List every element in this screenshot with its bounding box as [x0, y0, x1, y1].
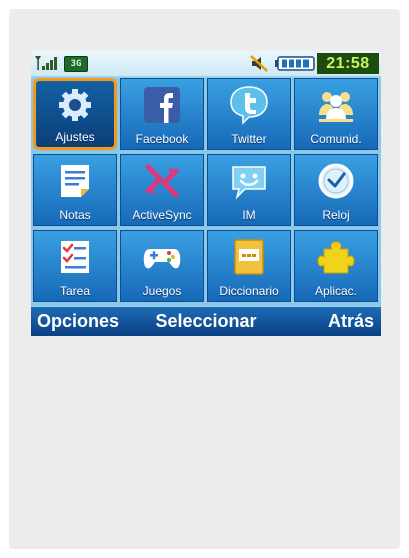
dictionary-icon — [229, 237, 269, 277]
clock-icon — [316, 161, 356, 201]
app-tile-notas[interactable]: Notas — [33, 154, 117, 226]
app-label: ActiveSync — [132, 208, 192, 222]
puzzle-icon — [316, 237, 356, 277]
app-label: Reloj — [322, 208, 350, 222]
app-tile-facebook[interactable]: Facebook — [120, 78, 204, 150]
battery-icon — [275, 56, 315, 71]
app-label: Notas — [59, 208, 91, 222]
app-label: Twitter — [231, 132, 267, 146]
app-label: Juegos — [142, 284, 182, 298]
notes-icon — [55, 161, 95, 201]
gear-icon — [55, 85, 95, 125]
community-icon — [316, 85, 356, 125]
app-tile-juegos[interactable]: Juegos — [120, 230, 204, 302]
status-bar: 3G 21:58 — [31, 51, 381, 76]
app-tile-aplicaciones[interactable]: Aplicac. — [294, 230, 378, 302]
app-tile-diccionario[interactable]: Diccionario — [207, 230, 291, 302]
app-grid: Ajustes Facebook Twitter Comunid. Notas … — [31, 78, 381, 306]
app-tile-ajustes[interactable]: Ajustes — [33, 78, 117, 150]
app-tile-activesync[interactable]: ActiveSync — [120, 154, 204, 226]
app-tile-tarea[interactable]: Tarea — [33, 230, 117, 302]
facebook-icon — [142, 85, 182, 125]
app-tile-comunidades[interactable]: Comunid. — [294, 78, 378, 150]
phone-screen: 3G 21:58 Ajustes Facebook Twitter Comuni… — [31, 51, 381, 336]
app-label: Diccionario — [219, 284, 279, 298]
softkey-bar: Opciones Seleccionar Atrás — [31, 307, 381, 336]
gamepad-icon — [142, 237, 182, 277]
app-label: Tarea — [59, 284, 91, 298]
chat-icon — [229, 161, 269, 201]
app-label: Ajustes — [55, 130, 95, 144]
network-3g-icon: 3G — [64, 56, 88, 72]
signal-icon — [34, 54, 60, 72]
app-tile-im[interactable]: IM — [207, 154, 291, 226]
app-label: Aplicac. — [314, 284, 358, 298]
app-label: Comunid. — [310, 132, 362, 146]
app-label: IM — [242, 208, 256, 222]
mute-icon — [249, 54, 269, 73]
clock: 21:58 — [317, 53, 379, 74]
app-tile-twitter[interactable]: Twitter — [207, 78, 291, 150]
back-softkey[interactable]: Atrás — [328, 307, 374, 336]
app-tile-reloj[interactable]: Reloj — [294, 154, 378, 226]
activesync-icon — [142, 161, 182, 201]
twitter-icon — [229, 85, 269, 125]
app-label: Facebook — [135, 132, 189, 146]
task-icon — [55, 237, 95, 277]
